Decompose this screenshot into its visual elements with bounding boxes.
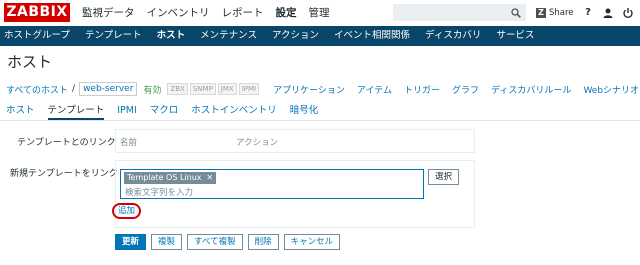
main-menu-administration[interactable]: 管理 xyxy=(309,0,330,26)
availability-badge-zbx: ZBX xyxy=(167,83,188,95)
tab-templates[interactable]: テンプレート xyxy=(47,103,105,120)
host-status-enabled[interactable]: 有効 xyxy=(143,83,161,96)
sub-menu-services[interactable]: サービス xyxy=(496,26,534,46)
host-nav-discovery-rules[interactable]: ディスカバリルール xyxy=(491,83,571,96)
help-icon[interactable]: ? xyxy=(582,7,594,19)
host-navigation: すべてのホスト / web-server 有効 ZBX SNMP JMX IPM… xyxy=(0,79,640,99)
user-profile-icon[interactable] xyxy=(602,7,614,19)
sub-menu-host-groups[interactable]: ホストグループ xyxy=(4,26,70,46)
chip-label: Template OS Linux xyxy=(127,173,202,182)
main-menu-inventory[interactable]: インベントリ xyxy=(147,0,210,26)
sub-menu-hosts[interactable]: ホスト xyxy=(157,26,186,46)
sub-menu-maintenance[interactable]: メンテナンス xyxy=(200,26,257,46)
template-search-input[interactable]: 検索文字列を入力 xyxy=(125,186,193,198)
sub-menu-actions[interactable]: アクション xyxy=(272,26,319,46)
breadcrumb-separator: / xyxy=(72,84,76,94)
search-icon[interactable] xyxy=(511,8,521,18)
host-nav-graphs[interactable]: グラフ xyxy=(452,83,479,96)
share-label: Share xyxy=(549,8,574,18)
remove-template-icon[interactable]: ✕ xyxy=(207,172,214,184)
page-title: ホスト xyxy=(7,53,53,71)
sign-out-icon[interactable] xyxy=(622,7,634,19)
delete-button[interactable]: 削除 xyxy=(247,234,279,250)
host-nav-applications[interactable]: アプリケーション xyxy=(273,83,345,96)
link-new-templates-box: Template OS Linux ✕ 検索文字列を入力 選択 xyxy=(115,160,475,228)
form-actions: 更新 複製 すべて複製 削除 キャンセル xyxy=(115,234,345,250)
host-nav-triggers[interactable]: トリガー xyxy=(404,83,440,96)
select-button[interactable]: 選択 xyxy=(428,169,459,185)
sub-menu-event-correlation[interactable]: イベント相関関係 xyxy=(334,26,410,46)
tab-macros[interactable]: マクロ xyxy=(150,103,179,120)
update-button[interactable]: 更新 xyxy=(115,234,147,250)
selected-template-chip: Template OS Linux ✕ xyxy=(124,172,217,184)
full-clone-button[interactable]: すべて複製 xyxy=(187,234,243,250)
cancel-button[interactable]: キャンセル xyxy=(283,234,341,250)
main-menu: 監視データ インベントリ レポート 設定 管理 xyxy=(82,0,342,26)
availability-badge-jmx: JMX xyxy=(217,83,237,95)
global-search-input[interactable] xyxy=(393,4,526,21)
tab-encryption[interactable]: 暗号化 xyxy=(290,103,319,120)
share-z-icon: Z xyxy=(536,8,546,18)
tab-ipmi[interactable]: IPMI xyxy=(117,103,137,120)
linked-templates-label: テンプレートとのリンク xyxy=(17,138,116,148)
host-nav-web-scenarios[interactable]: Webシナリオ xyxy=(583,83,639,96)
sub-menu: ホストグループ テンプレート ホスト メンテナンス アクション イベント相関関係… xyxy=(0,26,640,46)
host-nav-items[interactable]: アイテム xyxy=(357,83,392,96)
template-multiselect[interactable]: Template OS Linux ✕ 検索文字列を入力 xyxy=(120,169,424,199)
linked-templates-table: 名前 アクション xyxy=(115,129,475,153)
main-menu-monitoring[interactable]: 監視データ xyxy=(82,0,135,26)
availability-badge-ipmi: IPMI xyxy=(238,83,260,95)
clone-button[interactable]: 複製 xyxy=(151,234,183,250)
column-header-name: 名前 xyxy=(120,138,138,148)
main-menu-configuration[interactable]: 設定 xyxy=(276,0,297,26)
share-link[interactable]: Z Share xyxy=(536,7,574,19)
form-tabs: ホスト テンプレート IPMI マクロ ホストインベントリ 暗号化 xyxy=(0,103,640,121)
top-bar: ZABBIX 監視データ インベントリ レポート 設定 管理 Z Share ? xyxy=(0,0,640,26)
link-new-templates-label: 新規テンプレートをリンク xyxy=(10,169,118,179)
tab-host[interactable]: ホスト xyxy=(6,103,35,120)
availability-badge-snmp: SNMP xyxy=(189,83,216,95)
zabbix-logo[interactable]: ZABBIX xyxy=(4,3,70,22)
breadcrumb-all-hosts[interactable]: すべてのホスト xyxy=(6,83,68,96)
add-link[interactable]: 追加 xyxy=(112,203,141,219)
breadcrumb-current-host[interactable]: web-server xyxy=(79,82,138,96)
column-header-action: アクション xyxy=(236,138,279,148)
main-menu-reports[interactable]: レポート xyxy=(222,0,264,26)
sub-menu-templates[interactable]: テンプレート xyxy=(85,26,142,46)
sub-menu-discovery[interactable]: ディスカバリ xyxy=(425,26,481,46)
tab-host-inventory[interactable]: ホストインベントリ xyxy=(191,103,277,120)
